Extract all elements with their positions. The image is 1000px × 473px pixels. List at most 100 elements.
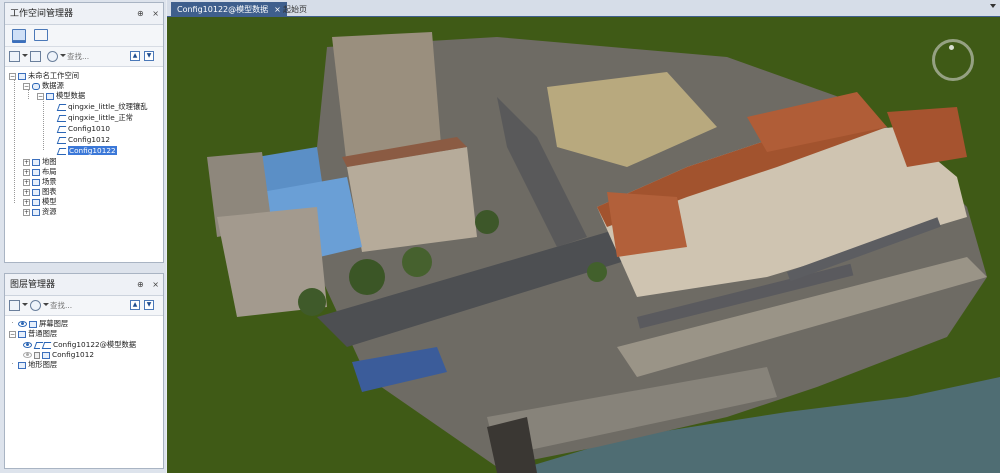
expand-icon[interactable]: + bbox=[23, 168, 30, 176]
tab-start-page[interactable]: 起始页 bbox=[277, 2, 313, 17]
tree bbox=[298, 288, 326, 316]
tree-node-model[interactable]: + 模型 bbox=[23, 197, 57, 207]
workspace-panel-title: 工作空间管理器 bbox=[10, 9, 74, 19]
tree-node-dataset-selected[interactable]: Config10122 bbox=[57, 146, 117, 156]
workspace-tree-tab-icon[interactable] bbox=[12, 29, 26, 41]
tree-node-layout[interactable]: + 布局 bbox=[23, 167, 57, 177]
workspace-tab-row bbox=[5, 25, 163, 47]
layer-style-icon[interactable] bbox=[9, 300, 20, 311]
expand-icon[interactable]: + bbox=[23, 198, 30, 206]
open-datasource-icon[interactable] bbox=[30, 51, 41, 62]
screen-layer-icon bbox=[29, 320, 37, 328]
collapse-icon[interactable]: − bbox=[9, 330, 16, 338]
model-dataset-icon bbox=[42, 342, 51, 349]
database-icon bbox=[46, 92, 54, 100]
pin-icon[interactable]: ⊕ bbox=[137, 280, 144, 289]
arrow-up-icon[interactable]: ▲ bbox=[130, 51, 140, 61]
expand-icon[interactable]: + bbox=[23, 208, 30, 216]
scene-viewport[interactable] bbox=[167, 17, 1000, 473]
visibility-eye-icon[interactable] bbox=[18, 321, 27, 327]
tree-node-dataset[interactable]: Config1012 bbox=[57, 135, 110, 145]
search-icon[interactable] bbox=[30, 300, 41, 311]
tree bbox=[349, 259, 385, 295]
layer-search-input[interactable] bbox=[50, 299, 100, 312]
expand-icon[interactable]: + bbox=[23, 158, 30, 166]
search-icon[interactable] bbox=[47, 51, 58, 62]
layer-panel-title: 图层管理器 bbox=[10, 280, 56, 290]
datasource-icon bbox=[32, 82, 40, 90]
red-roof bbox=[607, 192, 687, 257]
layer-node-normal[interactable]: − 普通图层 bbox=[9, 329, 57, 339]
collapse-icon[interactable]: − bbox=[23, 82, 30, 90]
tree-node-workspace[interactable]: − 未命名工作空间 bbox=[9, 71, 79, 81]
tree-node-map[interactable]: + 地图 bbox=[23, 157, 57, 167]
tree-node-resources[interactable]: + 资源 bbox=[23, 207, 57, 217]
tree-node-dataset[interactable]: Config1010 bbox=[57, 124, 110, 134]
tree-node-dataset[interactable]: qingxie_little_纹理镶乱 bbox=[57, 102, 148, 112]
tree bbox=[475, 210, 499, 234]
chevron-down-icon[interactable] bbox=[60, 54, 66, 57]
tree bbox=[402, 247, 432, 277]
chevron-down-icon[interactable] bbox=[43, 303, 49, 306]
workspace-manager-panel: 工作空间管理器 ⊕ × ▲ ▼ −未命名工作空间 bbox=[4, 2, 164, 263]
resource-tab-icon[interactable] bbox=[34, 29, 48, 41]
visibility-eye-icon[interactable] bbox=[23, 352, 32, 358]
expand-icon[interactable]: + bbox=[23, 188, 30, 196]
model-dataset-icon bbox=[57, 115, 66, 122]
image-layer-icon bbox=[42, 351, 50, 359]
oblique-model-render bbox=[207, 32, 1000, 473]
chevron-down-icon[interactable] bbox=[22, 54, 28, 57]
arrow-up-icon[interactable]: ▲ bbox=[130, 300, 140, 310]
arrow-down-icon[interactable]: ▼ bbox=[144, 300, 154, 310]
tab-list-dropdown-icon[interactable] bbox=[990, 4, 996, 8]
model-icon bbox=[32, 198, 40, 206]
tree-node-dataset[interactable]: qingxie_little_正常 bbox=[57, 113, 133, 123]
new-workspace-icon[interactable] bbox=[9, 51, 20, 62]
chevron-down-icon[interactable] bbox=[22, 303, 28, 306]
expand-icon[interactable]: · bbox=[9, 361, 16, 369]
tree-node-symbol[interactable]: + 图表 bbox=[23, 187, 57, 197]
workspace-icon bbox=[18, 72, 26, 80]
model-dataset-icon bbox=[57, 104, 66, 111]
workspace-panel-header: 工作空间管理器 ⊕ × bbox=[5, 3, 163, 25]
layer-manager-panel: 图层管理器 ⊕ × ▲ ▼ ·屏幕图层 −普通图层 Config10122@模型… bbox=[4, 273, 164, 469]
expand-icon[interactable]: · bbox=[9, 320, 16, 328]
selectable-arrow-icon[interactable] bbox=[34, 351, 40, 359]
terrain-layer-icon bbox=[18, 361, 26, 369]
workspace-toolbar: ▲ ▼ bbox=[5, 47, 163, 67]
pin-icon[interactable]: ⊕ bbox=[137, 9, 144, 18]
tree bbox=[587, 262, 607, 282]
workspace-search-input[interactable] bbox=[67, 50, 117, 63]
normal-layer-icon bbox=[18, 330, 26, 338]
close-icon[interactable]: × bbox=[152, 280, 159, 289]
arrow-down-icon[interactable]: ▼ bbox=[144, 51, 154, 61]
close-icon[interactable]: × bbox=[152, 9, 159, 18]
chart-icon bbox=[32, 188, 40, 196]
layer-node-screen[interactable]: · 屏幕图层 bbox=[9, 319, 68, 329]
layer-panel-header: 图层管理器 ⊕ × bbox=[5, 274, 163, 296]
folder-icon bbox=[32, 208, 40, 216]
layer-toolbar: ▲ ▼ bbox=[5, 296, 163, 316]
tree-node-model-data[interactable]: − 模型数据 bbox=[37, 91, 85, 101]
layer-node-model-data[interactable]: Config10122@模型数据 bbox=[23, 340, 136, 350]
map-icon bbox=[32, 158, 40, 166]
scene-icon bbox=[32, 178, 40, 186]
model-dataset-icon bbox=[57, 126, 66, 133]
collapse-icon[interactable]: − bbox=[37, 92, 44, 100]
layer-tree: · 屏幕图层 − 普通图层 Config10122@模型数据 Config1012 … bbox=[5, 316, 163, 466]
tree-node-datasources[interactable]: − 数据源 bbox=[23, 81, 64, 91]
model-dataset-icon bbox=[57, 148, 66, 155]
tree-node-scene[interactable]: + 场景 bbox=[23, 177, 57, 187]
layer-node-terrain[interactable]: · 地形图层 bbox=[9, 360, 57, 370]
left-dock: 工作空间管理器 ⊕ × ▲ ▼ −未命名工作空间 bbox=[0, 0, 166, 473]
layer-node-config1012[interactable]: Config1012 bbox=[23, 350, 94, 360]
navigation-compass-icon[interactable] bbox=[932, 39, 974, 81]
selectable-arrow-icon[interactable] bbox=[34, 342, 40, 349]
workspace-tree: − 未命名工作空间 − 数据源 − 模型数据 qingxie_little_纹理镶乱 … bbox=[5, 67, 163, 257]
model-dataset-icon bbox=[57, 137, 66, 144]
layout-icon bbox=[32, 168, 40, 176]
tab-scene[interactable]: Config10122@模型数据 × bbox=[171, 2, 287, 17]
expand-icon[interactable]: + bbox=[23, 178, 30, 186]
collapse-icon[interactable]: − bbox=[9, 72, 16, 80]
visibility-eye-icon[interactable] bbox=[23, 342, 32, 348]
